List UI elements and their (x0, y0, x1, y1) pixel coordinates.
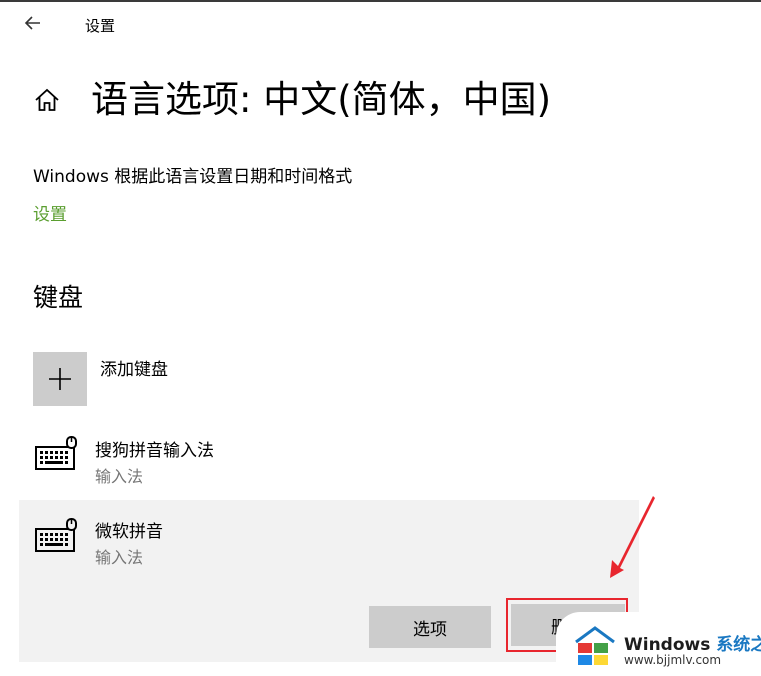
window-title: 设置 (85, 17, 116, 35)
windows-logo-icon (575, 626, 615, 665)
keyboard-section-heading: 键盘 (33, 283, 84, 312)
regional-settings-link[interactable]: 设置 (33, 200, 67, 225)
annotation-arrow-icon (610, 496, 655, 578)
add-keyboard-label[interactable]: 添加键盘 (100, 355, 168, 380)
keyboard-item-name: 搜狗拼音输入法 (95, 441, 214, 461)
site-watermark: Windows 系统之家 www.bjjmlv.com (556, 612, 761, 676)
page-title: 语言选项: 中文(简体，中国) (91, 78, 552, 121)
keyboard-icon (35, 436, 77, 470)
keyboard-item-name: 微软拼音 (95, 522, 163, 542)
keyboard-icon (35, 518, 77, 552)
home-icon (35, 88, 59, 111)
add-keyboard-button[interactable] (33, 352, 87, 406)
watermark-brand-suffix: 系统之家 (716, 635, 761, 655)
home-button[interactable] (33, 86, 61, 114)
watermark-brand: Windows 系统之家 (624, 630, 761, 655)
back-arrow-icon (24, 16, 40, 30)
options-button[interactable]: 选项 (369, 606, 491, 648)
watermark-url: www.bjjmlv.com (624, 653, 722, 667)
back-button[interactable] (18, 8, 48, 38)
keyboard-item-type: 输入法 (95, 548, 144, 567)
window-top-border (0, 0, 761, 2)
watermark-brand-name: Windows (624, 635, 711, 655)
keyboard-item-type: 输入法 (95, 467, 144, 486)
date-format-description: Windows 根据此语言设置日期和时间格式 (33, 167, 353, 187)
plus-icon (49, 368, 71, 390)
